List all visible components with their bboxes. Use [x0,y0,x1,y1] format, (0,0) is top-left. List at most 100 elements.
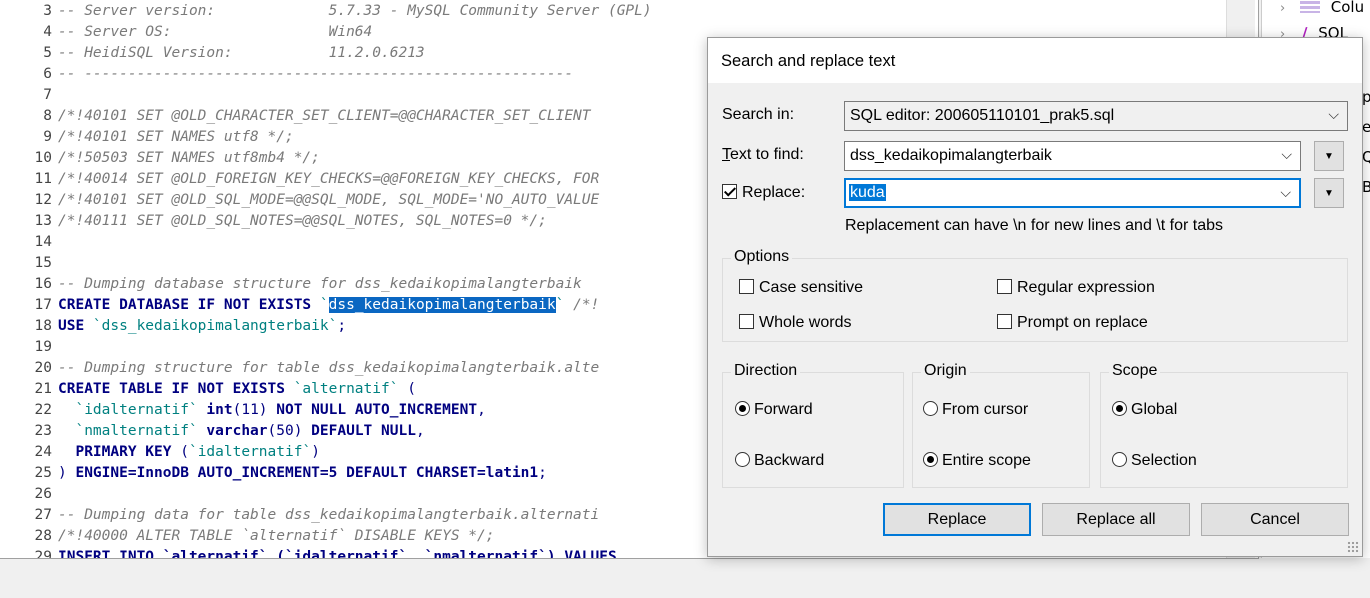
scope-group: Scope Global Selection [1100,362,1348,488]
checkbox-box [997,314,1012,329]
status-area [0,559,1370,598]
replace-input[interactable]: kuda ⌵ [844,178,1301,208]
triangle-down-icon: ▼ [1324,188,1334,199]
code-token: -- Dumping structure for table dss_kedai… [58,360,600,376]
line-number: 3 [43,3,52,19]
code-token: ` [319,297,329,313]
tree-item-label: Colu [1330,0,1365,16]
line-number: 25 [34,465,52,481]
code-token: /*!50503 SET NAMES utf8mb4 */; [58,150,320,166]
line-number: 13 [34,213,52,229]
whole-words-label: Whole words [759,314,852,331]
radio-dot [735,401,750,416]
selection-radio[interactable]: Selection [1112,452,1197,470]
origin-title: Origin [921,362,970,380]
replace-label: Replace: [742,184,806,201]
regular-expression-label: Regular expression [1017,279,1155,296]
line-number: 15 [34,255,52,271]
clipped-text: Q [1362,148,1370,166]
code-token: `nmalternatif` [58,423,207,439]
text-to-find-history-button[interactable]: ▼ [1314,141,1344,171]
cancel-button[interactable]: Cancel [1201,503,1349,536]
regular-expression-checkbox[interactable]: Regular expression [997,279,1155,297]
entire-scope-radio[interactable]: Entire scope [923,452,1031,470]
line-number: 6 [43,66,52,82]
code-token: -- -------------------------------------… [58,66,574,82]
code-token: varchar [206,423,268,439]
code-token: int [206,402,233,418]
chevron-down-icon: ⌵ [1281,146,1292,162]
line-number: 27 [34,507,52,523]
search-replace-dialog: Search and replace text Search in: SQL e… [707,37,1363,557]
replace-value: kuda [849,184,886,201]
code-token: ( [180,444,189,460]
code-token: `idalternatif` [188,444,312,460]
code-token: /*!40111 SET @OLD_SQL_NOTES=@@SQL_NOTES,… [58,213,547,229]
backward-radio[interactable]: Backward [735,452,824,470]
code-token: /*!40101 SET NAMES utf8 */; [58,129,294,145]
prompt-on-replace-checkbox[interactable]: Prompt on replace [997,314,1148,332]
code-token: DEFAULT NULL [311,423,416,439]
code-token: /*!40101 SET @OLD_SQL_MODE=@@SQL_MODE, S… [58,192,600,208]
code-token: ; [538,465,547,481]
checkbox-box [739,279,754,294]
code-token: /*!40101 SET @OLD_CHARACTER_SET_CLIENT=@… [58,108,591,124]
line-number: 20 [34,360,52,376]
line-number: 18 [34,318,52,334]
triangle-down-icon: ▼ [1324,151,1334,162]
tree-item-columns[interactable]: › Colu [1280,0,1364,16]
from-cursor-label: From cursor [942,401,1029,418]
options-title: Options [731,248,793,266]
options-group: Options Case sensitive Whole words Regul… [722,248,1348,342]
replace-value-wrap: kuda [849,184,886,202]
line-number: 7 [43,87,52,103]
code-token: (11) [232,402,277,418]
forward-radio[interactable]: Forward [735,401,813,419]
line-number: 11 [34,171,52,187]
code-token: ENGINE=InnoDB AUTO_INCREMENT=5 DEFAULT C… [75,465,539,481]
global-radio[interactable]: Global [1112,401,1177,419]
case-sensitive-label: Case sensitive [759,279,864,296]
code-token: ) [311,444,320,460]
text-to-find-value: dss_kedaikopimalangterbaik [850,147,1052,164]
whole-words-checkbox[interactable]: Whole words [739,314,851,332]
backward-label: Backward [754,452,825,469]
replace-checkbox-box[interactable] [722,184,737,199]
code-token: `alternatif` [293,381,399,397]
text-to-find-label-text: ext to find: [730,146,804,163]
replace-all-button[interactable]: Replace all [1042,503,1190,536]
code-token: INSERT INTO `alternatif` (`idalternatif`… [58,549,617,559]
from-cursor-radio[interactable]: From cursor [923,401,1028,419]
line-number: 9 [43,129,52,145]
tree-item-sql[interactable]: › ∕ SQL [1280,24,1348,38]
global-label: Global [1131,401,1178,418]
code-token: PRIMARY KEY [75,444,181,460]
radio-dot [923,452,938,467]
line-number: 16 [34,276,52,292]
resize-grip-icon[interactable] [1347,541,1359,553]
forward-label: Forward [754,401,813,418]
radio-dot [923,401,938,416]
case-sensitive-checkbox[interactable]: Case sensitive [739,279,863,297]
dialog-titlebar[interactable]: Search and replace text [708,38,1362,83]
replace-history-button[interactable]: ▼ [1314,178,1344,208]
radio-dot [1112,401,1127,416]
editor-line[interactable]: 3 -- Server version: 5.7.33 - MySQL Commu… [0,1,1258,22]
checkbox-box [997,279,1012,294]
line-number: 24 [34,444,52,460]
replace-checkbox[interactable]: Replace: [722,184,805,202]
clipped-text: Bi [1362,178,1370,196]
direction-group: Direction Forward Backward [722,362,904,488]
search-in-select[interactable]: SQL editor: 200605110101_prak5.sql ⌵ [844,101,1348,131]
replace-button[interactable]: Replace [883,503,1031,536]
direction-title: Direction [731,362,801,380]
text-to-find-input[interactable]: dss_kedaikopimalangterbaik ⌵ [844,141,1301,171]
line-number: 23 [34,423,52,439]
selected-text: dss_kedaikopimalangterbaik [328,297,556,313]
clipped-text: p [1362,88,1370,106]
chevron-down-icon: ⌵ [1280,184,1291,200]
line-number: 29 [34,549,52,559]
code-token: /*!40000 ALTER TABLE `alternatif` DISABL… [58,528,495,544]
code-token: -- Dumping database structure for dss_ke… [58,276,582,292]
